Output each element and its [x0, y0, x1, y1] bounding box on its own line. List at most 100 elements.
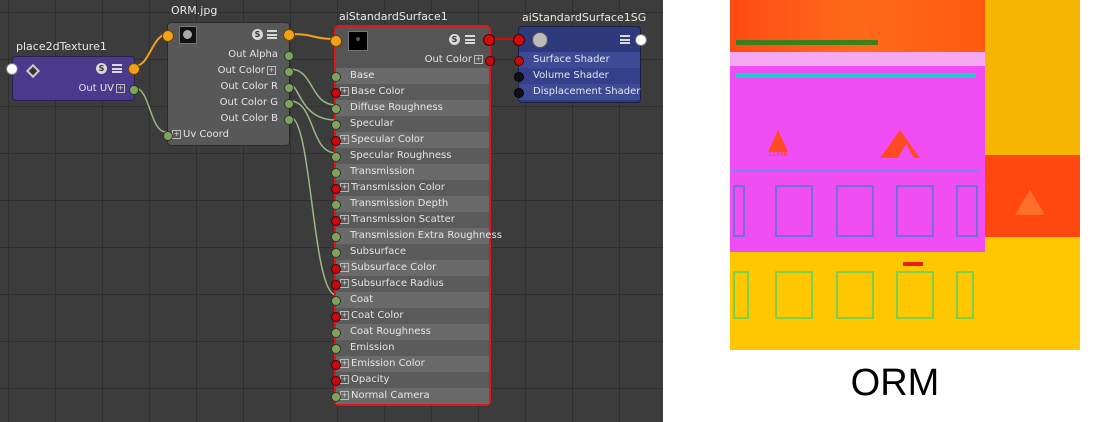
ai-out-color-port[interactable]	[485, 56, 495, 66]
expand-icon[interactable]: +	[116, 84, 125, 93]
ai-surface-input-port[interactable]	[330, 35, 342, 47]
attr-input-port[interactable]	[331, 120, 341, 130]
expand-icon[interactable]: +	[340, 263, 349, 272]
menu-icon[interactable]	[267, 30, 277, 39]
menu-icon[interactable]	[465, 35, 475, 44]
place2d-out-uv-port[interactable]	[129, 85, 139, 95]
orm-out-color-r[interactable]: Out Color R	[168, 79, 294, 95]
shader-attr-row[interactable]: Specular	[331, 116, 489, 132]
orm-out-color-g[interactable]: Out Color G	[168, 95, 294, 111]
shader-attr-row[interactable]: + Normal Camera	[331, 388, 489, 404]
expand-icon[interactable]: +	[340, 375, 349, 384]
attr-input-port[interactable]	[331, 184, 341, 194]
ai-surface-out-color[interactable]: Out Color +	[336, 52, 495, 68]
attr-input-port[interactable]	[331, 392, 341, 402]
attr-input-port[interactable]	[331, 264, 341, 274]
orm-out-color[interactable]: Out Color +	[168, 63, 294, 79]
sg-input-port[interactable]	[514, 88, 524, 98]
attr-input-port[interactable]	[331, 136, 341, 146]
menu-icon[interactable]	[112, 64, 122, 73]
shader-attr-row[interactable]: + Base Color	[331, 84, 489, 100]
expand-icon[interactable]: +	[340, 391, 349, 400]
menu-icon[interactable]	[620, 35, 630, 44]
attr-input-port[interactable]	[331, 248, 341, 258]
shader-attr-row[interactable]: Emission	[331, 340, 489, 356]
attr-input-port[interactable]	[331, 72, 341, 82]
attr-input-port[interactable]	[331, 104, 341, 114]
ai-surface-title: aiStandardSurface1	[339, 10, 448, 23]
attr-label: Transmission Color	[351, 182, 445, 193]
sg-input-port[interactable]	[513, 34, 525, 46]
shader-attr-row[interactable]: Transmission Extra Roughness	[331, 228, 502, 244]
shader-attr-row[interactable]: Diffuse Roughness	[331, 100, 489, 116]
ai-surface-node[interactable]: S Out Color + Base + Base Color Diffuse Roug…	[330, 25, 502, 406]
shader-attr-row[interactable]: + Emission Color	[331, 356, 489, 372]
attr-input-port[interactable]	[331, 328, 341, 338]
expand-icon[interactable]: +	[340, 87, 349, 96]
sg-input-port[interactable]	[514, 56, 524, 66]
attr-input-port[interactable]	[331, 360, 341, 370]
shader-attr-row[interactable]: + Opacity	[331, 372, 489, 388]
shader-attr-row[interactable]: Subsurface	[331, 244, 489, 260]
attr-input-port[interactable]	[331, 232, 341, 242]
sg-input-row[interactable]: Surface Shader	[514, 52, 640, 68]
attr-input-port[interactable]	[331, 200, 341, 210]
orm-output-port[interactable]	[283, 29, 295, 41]
shader-attr-row[interactable]: + Transmission Scatter	[331, 212, 489, 228]
uv-coord-port[interactable]	[163, 131, 173, 141]
expand-icon[interactable]: +	[172, 130, 181, 139]
shader-attr-row[interactable]: Coat	[331, 292, 489, 308]
out-color-port[interactable]	[284, 67, 294, 77]
shading-group-node[interactable]: Surface Shader Volume Shader Displacement …	[513, 26, 647, 103]
shader-attr-row[interactable]: Base	[331, 68, 489, 84]
shader-attr-row[interactable]: Coat Roughness	[331, 324, 489, 340]
attr-input-port[interactable]	[331, 152, 341, 162]
out-color-b-port[interactable]	[284, 115, 294, 125]
expand-icon[interactable]: +	[267, 66, 276, 75]
sg-input-row[interactable]: Displacement Shader	[514, 84, 640, 100]
attr-input-port[interactable]	[331, 216, 341, 226]
attr-input-port[interactable]	[331, 344, 341, 354]
expand-icon[interactable]: +	[340, 311, 349, 320]
expand-icon[interactable]: +	[340, 135, 349, 144]
expand-icon[interactable]: +	[340, 183, 349, 192]
sg-input-port[interactable]	[514, 72, 524, 82]
swatch-s-icon[interactable]: S	[96, 63, 107, 74]
orm-input-port[interactable]	[162, 30, 174, 42]
attr-input-port[interactable]	[331, 312, 341, 322]
shader-attr-row[interactable]: Transmission	[331, 164, 489, 180]
place2d-node[interactable]: S Out UV +	[6, 56, 140, 101]
place2d-input-port[interactable]	[6, 63, 18, 75]
out-color-r-port[interactable]	[284, 83, 294, 93]
place2d-out-uv[interactable]: Out UV +	[13, 81, 139, 97]
shader-attr-row[interactable]: Specular Roughness	[331, 148, 489, 164]
attr-input-port[interactable]	[331, 376, 341, 386]
orm-out-alpha[interactable]: Out Alpha	[168, 47, 294, 63]
expand-icon[interactable]: +	[340, 215, 349, 224]
out-alpha-port[interactable]	[284, 51, 294, 61]
shader-attr-row[interactable]: + Transmission Color	[331, 180, 489, 196]
sg-input-row[interactable]: Volume Shader	[514, 68, 640, 84]
shader-attr-row[interactable]: + Specular Color	[331, 132, 489, 148]
sg-output-port[interactable]	[635, 34, 647, 46]
orm-uv-coord[interactable]: + Uv Coord	[163, 127, 289, 143]
expand-icon[interactable]: +	[340, 279, 349, 288]
out-color-g-port[interactable]	[284, 99, 294, 109]
shader-attr-row[interactable]: + Subsurface Color	[331, 260, 489, 276]
node-editor-canvas[interactable]: place2dTexture1 S Out UV + ORM.jpg S Out …	[0, 0, 663, 422]
swatch-s-icon[interactable]: S	[252, 29, 263, 40]
orm-out-color-b[interactable]: Out Color B	[168, 111, 294, 127]
expand-icon[interactable]: +	[340, 359, 349, 368]
attr-input-port[interactable]	[331, 168, 341, 178]
orm-file-node[interactable]: S Out Alpha Out Color + Out Color R Out C…	[162, 22, 295, 146]
attr-input-port[interactable]	[331, 88, 341, 98]
attr-input-port[interactable]	[331, 280, 341, 290]
shader-attr-row[interactable]: Transmission Depth	[331, 196, 489, 212]
attr-input-port[interactable]	[331, 296, 341, 306]
place2d-output-port[interactable]	[128, 63, 140, 75]
ai-surface-output-port[interactable]	[483, 34, 495, 46]
shader-attr-row[interactable]: + Subsurface Radius	[331, 276, 489, 292]
expand-icon[interactable]: +	[474, 55, 483, 64]
swatch-s-icon[interactable]: S	[449, 34, 460, 45]
shader-attr-row[interactable]: + Coat Color	[331, 308, 489, 324]
